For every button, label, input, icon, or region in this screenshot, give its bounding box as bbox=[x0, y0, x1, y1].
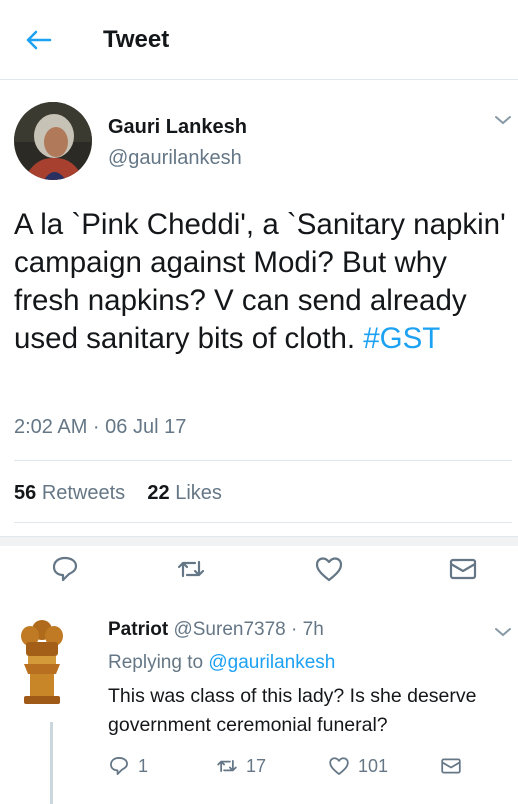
author-name[interactable]: Gauri Lankesh bbox=[108, 116, 247, 139]
like-count: 101 bbox=[358, 755, 389, 776]
replying-prefix: Replying to bbox=[108, 652, 204, 673]
reply-time: · 7h bbox=[291, 619, 324, 640]
page-title: Tweet bbox=[103, 26, 170, 53]
back-arrow-icon[interactable] bbox=[24, 28, 52, 52]
divider bbox=[14, 460, 512, 461]
reply-icon bbox=[110, 757, 128, 775]
section-separator bbox=[0, 536, 518, 546]
author-handle[interactable]: @gaurilankesh bbox=[108, 147, 242, 170]
retweets-label: Retweets bbox=[41, 482, 126, 504]
chevron-down-icon[interactable] bbox=[494, 114, 512, 126]
tweet-timestamp: 2:02 AM · 06 Jul 17 bbox=[14, 416, 187, 438]
retweets-stat[interactable]: 56 Retweets bbox=[14, 482, 125, 504]
reply-count: 1 bbox=[138, 755, 149, 776]
hashtag-link[interactable]: #GST bbox=[363, 322, 440, 355]
national-emblem-avatar[interactable] bbox=[16, 614, 68, 710]
reply-header: Patriot @Suren7378 · 7h bbox=[108, 619, 324, 641]
reply-author-name[interactable]: Patriot bbox=[108, 619, 168, 640]
retweet-count: 17 bbox=[246, 755, 267, 776]
divider bbox=[14, 522, 512, 523]
top-bar: Tweet bbox=[0, 0, 518, 80]
reply-action[interactable]: 1 bbox=[108, 754, 148, 778]
likes-stat[interactable]: 22 Likes bbox=[147, 482, 222, 504]
engagement-stats: 56 Retweets 22 Likes bbox=[14, 482, 222, 505]
chevron-down-icon[interactable] bbox=[494, 626, 512, 638]
share-mail-icon bbox=[441, 758, 461, 774]
share-action[interactable] bbox=[440, 754, 462, 778]
tweet-text: A la `Pink Cheddi', a `Sanitary napkin' … bbox=[14, 206, 509, 358]
reply-text: This was class of this lady? Is she dese… bbox=[108, 685, 477, 736]
reply-tweet[interactable]: Patriot @Suren7378 · 7h Replying to @gau… bbox=[0, 546, 518, 804]
likes-count: 22 bbox=[147, 482, 170, 504]
like-heart-icon bbox=[329, 757, 349, 775]
likes-label: Likes bbox=[175, 482, 222, 504]
replying-mention[interactable]: @gaurilankesh bbox=[208, 652, 335, 673]
thread-line bbox=[50, 722, 53, 804]
retweets-count: 56 bbox=[14, 482, 37, 504]
avatar[interactable] bbox=[14, 102, 92, 180]
retweet-action[interactable]: 17 bbox=[216, 754, 266, 778]
like-action[interactable]: 101 bbox=[328, 754, 388, 778]
retweet-icon bbox=[217, 759, 237, 773]
replying-to: Replying to @gaurilankesh bbox=[108, 652, 335, 674]
reply-author-handle[interactable]: @Suren7378 bbox=[173, 619, 285, 640]
